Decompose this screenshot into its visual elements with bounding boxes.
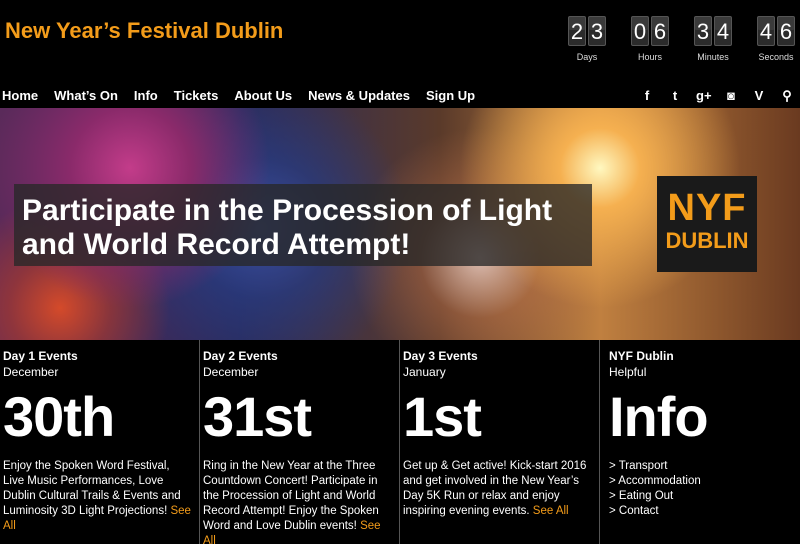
countdown-label: Minutes — [697, 52, 729, 62]
info-column: NYF Dublin Helpful Info > Transport > Ac… — [600, 340, 800, 544]
see-all-link[interactable]: See All — [533, 505, 569, 517]
social-links: f t g+ ◙ V ⚲ — [640, 88, 794, 104]
event-columns: Day 1 Events December 30th Enjoy the Spo… — [0, 340, 800, 544]
countdown-label: Days — [576, 52, 598, 62]
column-date: 30th — [3, 385, 115, 448]
nav-sign-up[interactable]: Sign Up — [426, 88, 475, 103]
nyf-dublin-logo: NYF DUBLIN — [657, 176, 757, 272]
contact-link[interactable]: > Contact — [609, 504, 794, 519]
column-heading: NYF Dublin — [609, 349, 674, 363]
nav-info[interactable]: Info — [134, 88, 158, 103]
countdown-label: Hours — [637, 52, 662, 62]
countdown-digit: 2 — [568, 16, 586, 46]
facebook-icon[interactable]: f — [640, 88, 654, 104]
info-links: > Transport > Accommodation > Eating Out… — [609, 459, 794, 519]
hero-title[interactable]: Participate in the Procession of Light a… — [22, 194, 592, 262]
day-3-column: Day 3 Events January 1st Get up & Get ac… — [400, 340, 600, 544]
site-title[interactable]: New Year’s Festival Dublin — [5, 18, 283, 44]
countdown-days: 2 3 Days — [556, 16, 618, 62]
day-2-column: Day 2 Events December 31st Ring in the N… — [200, 340, 400, 544]
countdown-minutes: 3 4 Minutes — [682, 16, 744, 62]
site-header: New Year’s Festival Dublin 2 3 Days 0 6 … — [0, 0, 800, 86]
eating-out-link[interactable]: > Eating Out — [609, 489, 794, 504]
column-description: Ring in the New Year at the Three Countd… — [203, 459, 393, 544]
column-subheading: December — [3, 365, 59, 379]
countdown-digit: 6 — [651, 16, 669, 46]
hero-banner[interactable]: Participate in the Procession of Light a… — [0, 108, 800, 340]
accommodation-link[interactable]: > Accommodation — [609, 474, 794, 489]
column-date: 31st — [203, 385, 312, 448]
column-subheading: December — [203, 365, 259, 379]
countdown-timer: 2 3 Days 0 6 Hours 3 4 Minutes 4 6 Secon… — [556, 16, 800, 62]
countdown-digit: 4 — [757, 16, 775, 46]
countdown-label: Seconds — [758, 52, 794, 62]
nav-home[interactable]: Home — [2, 88, 38, 103]
twitter-icon[interactable]: t — [668, 88, 682, 104]
column-description: Get up & Get active! Kick-start 2016 and… — [403, 460, 587, 517]
countdown-digit: 6 — [777, 16, 795, 46]
nav-whats-on[interactable]: What’s On — [54, 88, 118, 103]
countdown-digit: 4 — [714, 16, 732, 46]
column-subheading: Helpful — [609, 365, 647, 379]
logo-line-2: DUBLIN — [665, 228, 749, 253]
vine-icon[interactable]: V — [752, 88, 766, 104]
column-heading: Day 2 Events — [203, 349, 278, 363]
countdown-digit: 3 — [588, 16, 606, 46]
column-date: 1st — [403, 385, 482, 448]
logo-line-1: NYF — [667, 187, 747, 229]
countdown-digit: 0 — [631, 16, 649, 46]
instagram-icon[interactable]: ◙ — [724, 88, 738, 104]
transport-link[interactable]: > Transport — [609, 459, 794, 474]
column-heading: Day 1 Events — [3, 349, 78, 363]
day-1-column: Day 1 Events December 30th Enjoy the Spo… — [0, 340, 200, 544]
countdown-hours: 0 6 Hours — [619, 16, 681, 62]
search-icon[interactable]: ⚲ — [780, 88, 794, 104]
main-nav: Home What’s On Info Tickets About Us New… — [0, 86, 800, 108]
column-heading: Day 3 Events — [403, 349, 478, 363]
nav-news-updates[interactable]: News & Updates — [308, 88, 410, 103]
countdown-seconds: 4 6 Seconds — [745, 16, 800, 62]
nav-tickets[interactable]: Tickets — [174, 88, 219, 103]
column-description: Enjoy the Spoken Word Festival, Live Mus… — [3, 460, 191, 532]
countdown-digit: 3 — [694, 16, 712, 46]
column-title: Info — [609, 385, 709, 448]
googleplus-icon[interactable]: g+ — [696, 88, 712, 104]
nav-about-us[interactable]: About Us — [234, 88, 292, 103]
column-subheading: January — [403, 365, 446, 379]
